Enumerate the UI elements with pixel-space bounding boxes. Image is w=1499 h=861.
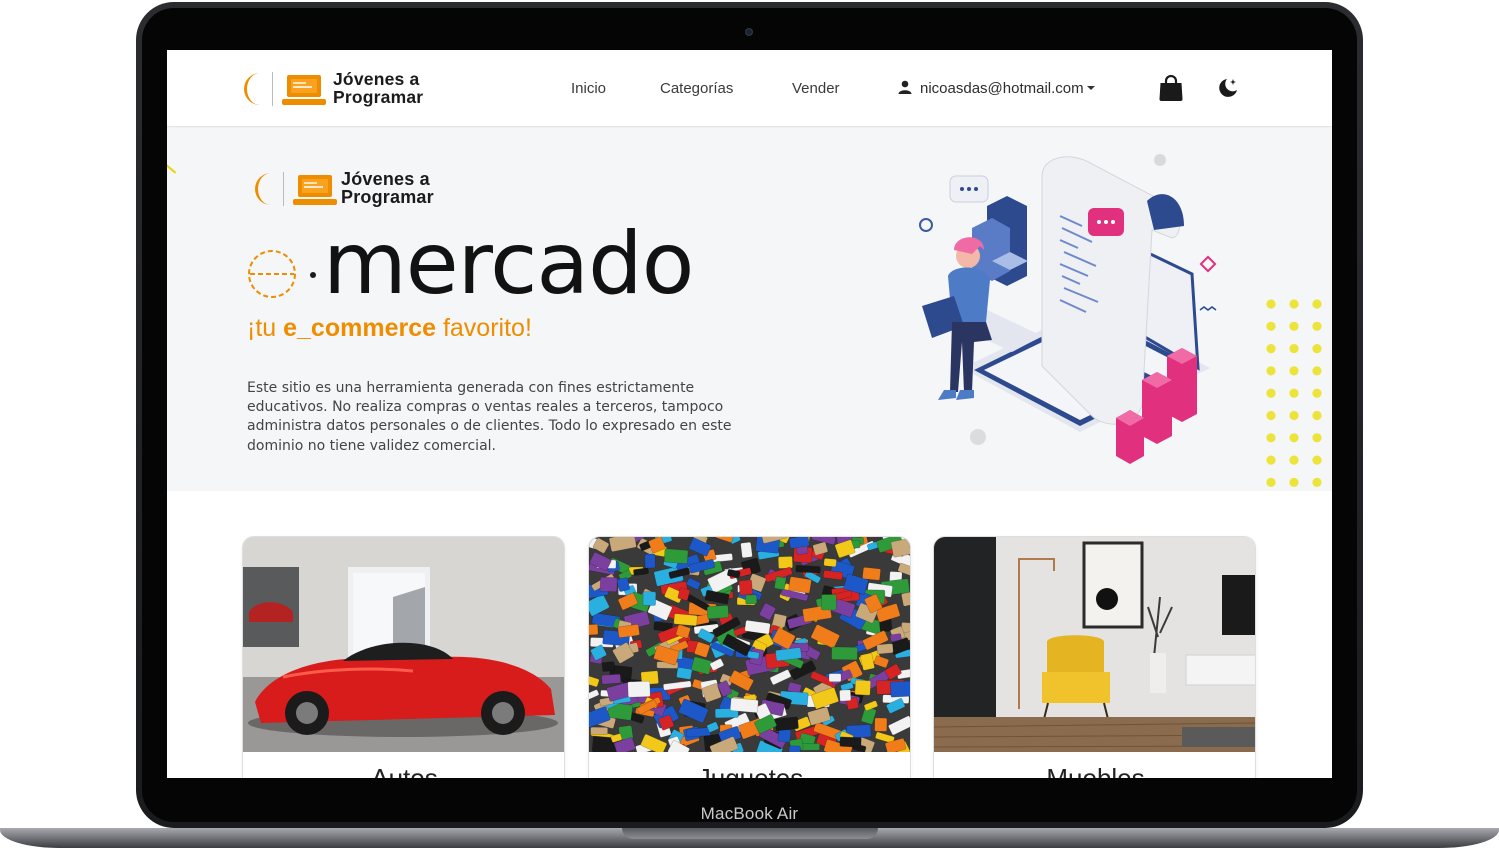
brand-name: Jóvenes a Programar [333,69,424,107]
moon-logo-icon [244,73,260,105]
category-card-juguetes[interactable]: Juguetes [588,536,911,778]
category-title-autos: Autos [371,763,438,778]
shopping-bag-icon[interactable] [1159,75,1183,101]
hero-brand-name: Jóvenes a Programar [341,169,434,207]
category-title-muebles: Muebles [1046,763,1145,778]
navbar: Jóvenes a Programar Inicio Categorías Ve… [167,50,1332,127]
browser-screen: Jóvenes a Programar Inicio Categorías Ve… [167,50,1332,778]
tagline: ¡tu e_commerce favorito! [247,314,532,342]
disclaimer-text: Este sitio es una herramienta generada c… [247,380,732,454]
user-icon [898,80,912,94]
category-card-muebles[interactable]: Muebles [933,536,1256,778]
user-menu-dropdown[interactable]: nicoasdas@hotmail.com [898,80,1095,100]
e-logo-icon [248,250,296,298]
laptop-logo-icon [282,75,326,105]
nav-link-categorias[interactable]: Categorías [660,80,733,97]
hero-section: Jóvenes a Programar mercado ¡tu e_commer… [167,128,1332,491]
decorative-dot-grid [1266,299,1322,487]
camera-icon [745,28,753,36]
brand-logo[interactable]: Jóvenes a Programar [240,70,450,110]
nav-link-vender[interactable]: Vender [792,80,840,97]
laptop-logo-icon [293,175,337,205]
decorative-dash [167,164,177,174]
category-card-autos[interactable]: Autos [242,536,565,778]
device-label: MacBook Air [700,804,799,823]
lego-bricks-image [589,537,910,752]
moon-icon[interactable] [1217,77,1239,99]
laptop-notch [622,828,878,839]
user-email: nicoasdas@hotmail.com [920,80,1084,97]
chevron-down-icon [1086,86,1095,90]
nav-link-inicio[interactable]: Inicio [571,80,606,97]
title-dot [310,272,316,278]
hero-brand-logo: Jóvenes a Programar [251,170,461,208]
car-image [243,537,564,752]
armchair-room-image [934,537,1255,752]
moon-logo-icon [255,173,271,205]
developer-illustration [919,154,1217,464]
brand-divider [283,172,284,206]
brand-divider [272,72,273,106]
category-title-juguetes: Juguetes [697,763,804,778]
site-title: mercado [323,214,694,314]
